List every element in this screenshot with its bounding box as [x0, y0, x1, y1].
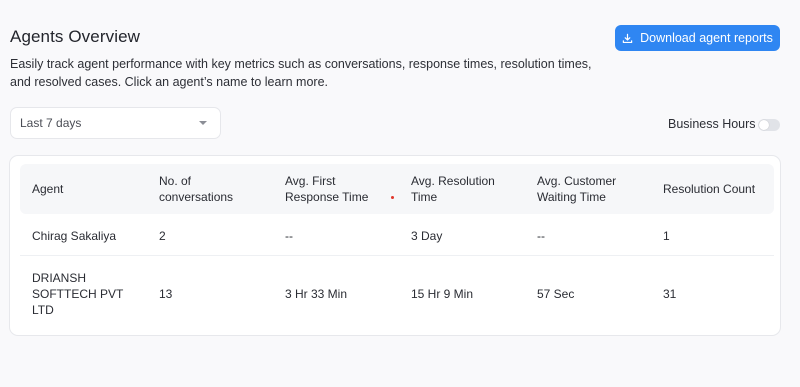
table-cell-resolution-count: 31: [663, 287, 677, 301]
table-cell-first-response: 3 Hr 33 Min: [285, 287, 348, 301]
download-button-label: Download agent reports: [640, 31, 773, 45]
toggle-knob: [759, 120, 769, 130]
agent-name-link[interactable]: DRIANSH SOFTTECH PVT LTD: [32, 270, 127, 318]
date-range-select[interactable]: Last 7 days: [10, 107, 221, 139]
download-agent-reports-button[interactable]: Download agent reports: [615, 25, 780, 51]
table-cell-resolution-time: 15 Hr 9 Min: [411, 287, 474, 301]
column-header-agent: Agent: [32, 182, 64, 196]
table-cell-conversations: 2: [159, 229, 166, 243]
agent-name-link[interactable]: Chirag Sakaliya: [32, 228, 142, 244]
chevron-down-icon: [199, 121, 207, 125]
table-cell-resolution-time: 3 Day: [411, 229, 443, 243]
table-cell-waiting-time: --: [537, 229, 545, 243]
table-cell-conversations: 13: [159, 287, 173, 301]
column-header-resolution-time: Avg. Resolution Time: [411, 174, 495, 204]
column-header-first-response: Avg. First Response Time: [285, 174, 369, 204]
row-divider: [20, 255, 774, 256]
table-cell-waiting-time: 57 Sec: [537, 287, 575, 301]
business-hours-label: Business Hours: [668, 117, 756, 131]
table-cell-first-response: --: [285, 229, 293, 243]
cursor-dot: [391, 196, 394, 199]
business-hours-toggle[interactable]: [758, 119, 780, 131]
column-header-resolution-count: Resolution Count: [663, 182, 756, 196]
table-header: [20, 164, 774, 214]
agents-table: Agent No. of conversations Avg. First Re…: [9, 155, 781, 336]
download-icon: [622, 33, 633, 44]
table-cell-resolution-count: 1: [663, 229, 670, 243]
agents-overview-page: Agents Overview Easily track agent perfo…: [0, 0, 800, 387]
page-description: Easily track agent performance with key …: [10, 57, 592, 89]
column-header-waiting-time: Avg. Customer Waiting Time: [537, 174, 617, 204]
column-header-conversations: No. of conversations: [159, 174, 234, 204]
page-title: Agents Overview: [10, 27, 140, 46]
date-range-value: Last 7 days: [20, 116, 82, 130]
